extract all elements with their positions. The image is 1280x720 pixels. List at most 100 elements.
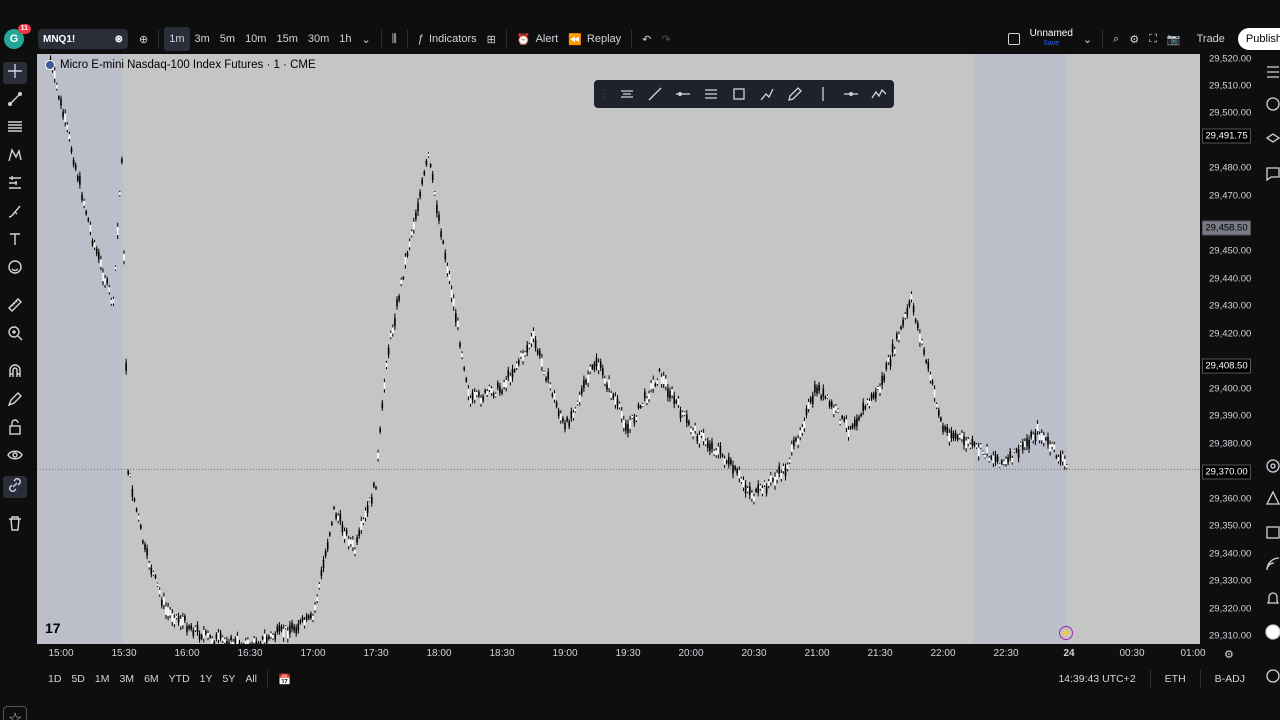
candle-body [730,459,732,464]
notifications-button[interactable] [1265,590,1280,606]
candle-body [965,440,967,449]
templates-button[interactable]: ⊞ [482,27,501,51]
crosshair-tool[interactable] [3,62,27,84]
horizontal-ray-point-icon[interactable] [841,84,860,104]
range-3m[interactable]: 3M [114,673,139,685]
clock-timezone[interactable]: 14:39:43 UTC+2 [1053,673,1140,685]
range-5d[interactable]: 5D [66,673,89,685]
timeframe-15m[interactable]: 15m [271,27,302,51]
help-button[interactable] [1265,668,1280,684]
stay-in-drawing-tool[interactable] [6,391,24,410]
candle-body [1045,438,1047,440]
symbol-search[interactable]: MNQ1! ⊛ [38,29,128,49]
timeframe-dropdown[interactable]: ⌄ [357,27,376,51]
price-tick: 29,380.00 [1209,438,1252,450]
fib-tool[interactable] [6,120,24,138]
indicators-button[interactable]: ƒ Indicators [413,27,482,51]
zoom-tool[interactable] [6,325,24,344]
target-icon [1265,459,1280,478]
undo-button[interactable]: ↶ [637,27,656,51]
measure-tool[interactable] [6,297,24,316]
parallel-channel-icon[interactable] [701,84,720,104]
alert-button[interactable]: ⏰ Alert [512,27,563,51]
trendline-tool[interactable] [6,91,24,110]
range-6m[interactable]: 6M [139,673,164,685]
drag-handle-icon[interactable]: ⋮ [599,84,609,104]
timeframe-1m[interactable]: 1m [164,27,190,51]
lock-drawings-tool[interactable] [6,418,24,438]
settings-button[interactable]: ⚙ [1124,27,1144,51]
quick-search-button[interactable]: ⌕ [1108,27,1124,51]
range-1d[interactable]: 1D [43,673,66,685]
emoji-tool[interactable] [6,259,24,278]
candle-body [700,432,703,436]
rectangle-icon[interactable] [729,84,748,104]
add-symbol-button[interactable]: ⊕ [134,27,153,51]
favorites-button[interactable]: ☆ [3,706,27,720]
timeframe-5m[interactable]: 5m [215,27,240,51]
candle-body [971,438,974,446]
time-axis[interactable]: 15:00 15:30 16:00 16:30 17:00 17:30 18:0… [37,644,1206,664]
range-1m[interactable]: 1M [90,673,115,685]
price-tick: 29,350.00 [1209,520,1252,532]
candle-body [528,344,531,348]
candle-body [620,410,623,419]
candle-body [851,424,854,428]
fullscreen-button[interactable]: ⛶ [1144,27,1162,51]
candle-body [1061,454,1064,462]
wave-icon[interactable] [869,84,888,104]
remove-drawings-tool[interactable] [6,515,24,534]
brush-tool[interactable] [6,204,24,222]
candle-body [618,403,621,408]
timeframe-10m[interactable]: 10m [240,27,271,51]
screener-button[interactable] [1265,490,1280,506]
products-button[interactable] [1265,624,1280,640]
range-all[interactable]: All [240,673,262,685]
price-axis[interactable]: 29,520.00 29,510.00 29,500.00 29,480.00 … [1200,54,1260,644]
snapshot-button[interactable]: 📷 [1162,27,1186,51]
redo-button[interactable]: ↷ [656,27,675,51]
watchlist-button[interactable] [1265,64,1280,80]
highlighter-icon[interactable] [785,84,804,104]
publish-button[interactable]: Publish [1237,28,1280,50]
chart-pane[interactable]: Micro E-mini Nasdaq-100 Index Futures · … [37,54,1200,644]
range-1y[interactable]: 1Y [195,673,218,685]
calendar-button[interactable] [1265,524,1280,540]
user-avatar[interactable]: G 11 [4,24,31,49]
trade-button[interactable]: Trade [1192,27,1230,51]
text-tool[interactable] [6,232,24,250]
alerts-panel-button[interactable] [1265,96,1280,112]
range-ytd[interactable]: YTD [164,673,195,685]
streams-button[interactable] [1265,556,1280,572]
axis-settings-gear-icon[interactable]: ⚙ [1224,648,1234,661]
forecast-tool[interactable] [6,175,24,194]
replay-button[interactable]: ⏪ Replay [563,27,626,51]
hide-drawings-tool[interactable] [6,448,24,466]
timeframe-30m[interactable]: 30m [303,27,334,51]
path-icon[interactable] [757,84,776,104]
layout-name-button[interactable]: Unnamed Save [1025,27,1078,51]
timeframe-1h[interactable]: 1h [334,27,356,51]
goto-date-button[interactable]: 📅 [273,673,296,686]
timeframe-3m[interactable]: 3m [190,27,215,51]
horizontal-line-icon[interactable] [673,84,692,104]
horizontal-ray-icon[interactable] [617,84,636,104]
lightning-icon[interactable]: ⚡ [1059,626,1073,640]
layout-dropdown[interactable]: ⌄ [1078,27,1097,51]
data-window-button[interactable] [1265,132,1280,148]
trade-label: Trade [1196,33,1225,45]
chat-button[interactable] [1265,166,1280,182]
candle-body [442,240,444,244]
magnet-tool[interactable] [6,363,24,382]
layout-checkbox[interactable] [1003,27,1025,51]
vertical-line-icon[interactable] [813,84,832,104]
adjustment-toggle[interactable]: B-ADJ [1210,673,1250,685]
sync-drawings-tool[interactable] [3,476,27,498]
ideas-button[interactable] [1265,458,1280,474]
trendline-icon[interactable] [645,84,664,104]
candle-body [425,160,428,165]
session-toggle[interactable]: ETH [1160,673,1191,685]
range-5y[interactable]: 5Y [218,673,241,685]
pattern-tool[interactable] [6,147,24,166]
chart-type-button[interactable]: ⫼ [387,27,402,51]
